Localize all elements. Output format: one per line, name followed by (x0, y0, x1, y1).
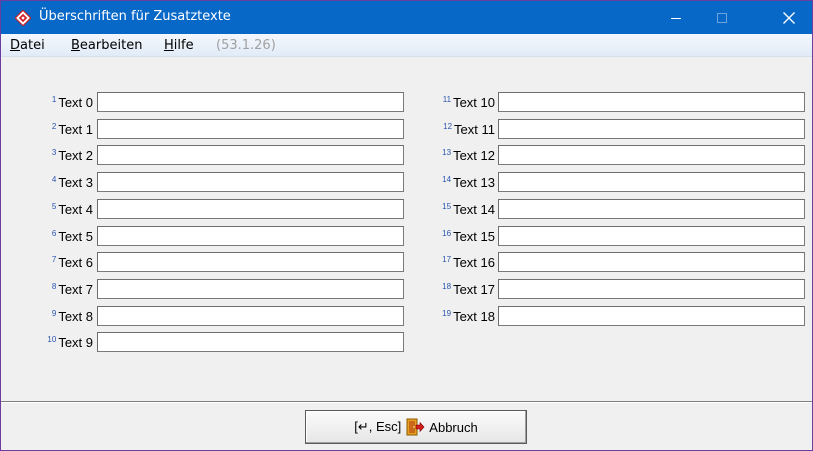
cancel-button-label: Abbruch (429, 419, 478, 435)
text-field[interactable] (498, 226, 805, 246)
text-field[interactable] (498, 279, 805, 299)
menu-hilfe[interactable]: Hilfe (164, 38, 194, 53)
maximize-button[interactable] (699, 1, 745, 34)
menu-datei-accel: D (10, 38, 21, 53)
field-label-text: Text 9 (58, 335, 93, 350)
menu-bearbeiten[interactable]: Bearbeiten (71, 38, 142, 53)
field-label: 10 Text 9 (47, 335, 93, 350)
menu-datei[interactable]: Datei (10, 38, 45, 53)
field-label-text: Text 17 (453, 282, 495, 297)
text-field[interactable] (498, 119, 805, 139)
field-row: 12 Text 11 (1, 119, 812, 141)
field-index: 13 (442, 148, 452, 157)
cancel-button[interactable]: [↵, Esc] Abbruch (305, 410, 527, 444)
exit-door-icon (406, 418, 425, 436)
text-field[interactable] (498, 145, 805, 165)
field-label-text: Text 14 (453, 202, 495, 217)
field-index: 15 (442, 202, 452, 211)
window-title: Überschriften für Zusatztexte (39, 9, 231, 24)
field-row: 15 Text 14 (1, 199, 812, 221)
field-label: 16 Text 15 (442, 229, 495, 244)
field-label-text: Text 18 (453, 309, 495, 324)
text-field[interactable] (498, 306, 805, 326)
menu-hilfe-label: ilfe (173, 38, 194, 53)
field-index: 10 (47, 335, 57, 344)
field-label: 15 Text 14 (442, 202, 495, 217)
close-icon (783, 11, 795, 24)
field-label-text: Text 13 (453, 175, 495, 190)
menu-bearbeiten-label: earbeiten (79, 38, 143, 53)
field-row: 17 Text 16 (1, 252, 812, 274)
field-row: 19 Text 18 (1, 306, 812, 328)
field-row: 10 Text 9 (1, 332, 812, 354)
text-field[interactable] (498, 199, 805, 219)
field-index: 18 (442, 282, 452, 291)
field-row: 14 Text 13 (1, 172, 812, 194)
maximize-icon (717, 12, 727, 23)
text-field[interactable] (498, 92, 805, 112)
field-label-text: Text 11 (454, 122, 495, 137)
field-row: 18 Text 17 (1, 279, 812, 301)
version-label: (53.1.26) (216, 38, 276, 53)
title-bar[interactable]: Überschriften für Zusatztexte (1, 1, 812, 34)
text-field[interactable] (498, 172, 805, 192)
text-field[interactable] (498, 252, 805, 272)
field-label-text: Text 10 (453, 95, 495, 110)
field-label: 17 Text 16 (442, 255, 495, 270)
minimize-button[interactable] (653, 1, 699, 34)
field-label: 14 Text 13 (442, 175, 495, 190)
text-field[interactable] (97, 332, 404, 352)
field-row: 13 Text 12 (1, 145, 812, 167)
menu-hilfe-accel: H (164, 38, 174, 53)
field-index: 16 (442, 229, 452, 238)
diamond-logo-icon (15, 10, 31, 26)
menu-bearbeiten-accel: B (71, 38, 80, 53)
cancel-button-keys: [↵, Esc] (354, 419, 402, 434)
field-label: 18 Text 17 (442, 282, 495, 297)
close-button[interactable] (766, 1, 812, 34)
field-row: 11 Text 10 (1, 92, 812, 114)
minimize-icon (671, 17, 681, 19)
footer-divider (1, 401, 812, 403)
dialog-window: Überschriften für Zusatztexte Datei Bear… (0, 0, 813, 451)
menu-datei-label: atei (20, 38, 45, 53)
field-index: 12 (443, 122, 453, 131)
menu-bar: Datei Bearbeiten Hilfe (53.1.26) (1, 34, 812, 57)
field-label: 13 Text 12 (442, 148, 495, 163)
field-index: 17 (442, 255, 452, 264)
field-label-text: Text 15 (453, 229, 495, 244)
field-index: 14 (442, 175, 452, 184)
field-label: 12 Text 11 (443, 122, 495, 137)
field-label: 11 Text 10 (443, 95, 495, 110)
field-label: 19 Text 18 (442, 309, 495, 324)
field-index: 11 (442, 95, 452, 104)
field-index: 19 (442, 309, 452, 318)
field-label-text: Text 16 (453, 255, 495, 270)
field-row: 16 Text 15 (1, 226, 812, 248)
field-label-text: Text 12 (453, 148, 495, 163)
